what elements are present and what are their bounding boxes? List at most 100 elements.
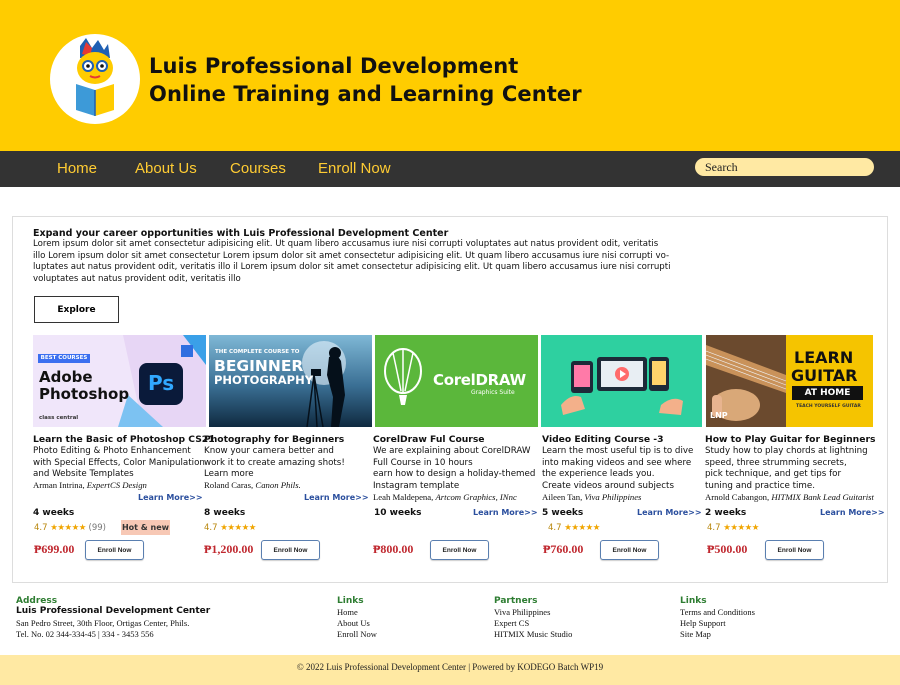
course-description-line: Study how to play chords at lightning: [705, 446, 868, 456]
site-logo[interactable]: [50, 34, 140, 124]
photography-label: PHOTOGRAPHY: [214, 373, 314, 387]
class-central-label: class central: [39, 415, 79, 421]
author-name: Roland Caras,: [204, 480, 254, 490]
course-title[interactable]: Photography for Beginners: [204, 434, 344, 445]
course-author: Aileen Tan, Viva Philippines: [542, 492, 641, 502]
course-description-line: Photo Editing & Photo Enhancement: [33, 446, 191, 456]
course-description: Study how to play chords at lightning sp…: [705, 446, 868, 492]
footer-link-enroll-now[interactable]: Enroll Now: [337, 629, 377, 640]
footer-link-home[interactable]: Home: [337, 607, 358, 618]
learn-more-link[interactable]: Learn More>>: [637, 508, 702, 517]
course-image-video-editing[interactable]: [541, 335, 702, 427]
course-image-coreldraw[interactable]: CorelDRAW Graphics Suite: [375, 335, 538, 427]
enroll-now-button[interactable]: Enroll Now: [261, 540, 320, 560]
best-courses-label: BEST COURSES: [38, 354, 90, 363]
course-author: Arnold Cabangon, HITMIX Bank Lead Guitar…: [705, 492, 874, 502]
site-title: Luis Professional Development Online Tra…: [149, 52, 582, 108]
course-description: Know your camera better and work it to c…: [204, 446, 345, 481]
footer-partner-expert-cs[interactable]: Expert CS: [494, 618, 529, 629]
footer-links2-heading: Links: [680, 596, 707, 606]
graphics-suite-label: Graphics Suite: [471, 389, 515, 396]
site-title-line1: Luis Professional Development: [149, 54, 519, 78]
footer-partner-hitmix[interactable]: HITMIX Music Studio: [494, 629, 572, 640]
footer-phone: Tel. No. 02 344-334-45 | 334 - 3453 556: [16, 629, 154, 639]
course-title[interactable]: How to Play Guitar for Beginners: [705, 434, 875, 445]
teach-yourself-label: TEACH YOURSELF GUITAR: [796, 404, 861, 409]
course-title[interactable]: CorelDraw Ful Course: [373, 434, 485, 445]
course-description-line: earn how to design a holiday-themed: [373, 469, 536, 480]
explore-button[interactable]: Explore: [34, 296, 119, 323]
lnp-logo-label: LNP: [710, 411, 728, 420]
footer-partner-viva[interactable]: Viva Philippines: [494, 607, 550, 618]
learn-more-link[interactable]: Learn More>>: [138, 493, 203, 502]
nav-item-enroll-now[interactable]: Enroll Now: [318, 160, 391, 177]
footer-link-about-us[interactable]: About Us: [337, 618, 370, 629]
course-description-line: Know your camera better and: [204, 446, 334, 456]
course-description: Photo Editing & Photo Enhancement with S…: [33, 446, 205, 481]
footer-address-heading: Address: [16, 596, 58, 606]
course-description-line: Instagram template: [373, 480, 460, 491]
rating-value: 4.7: [548, 523, 562, 533]
course-duration: 8 weeks: [204, 508, 246, 518]
logo-mascot-icon: [76, 38, 114, 116]
course-rating: 4.7 ★★★★★: [707, 523, 759, 533]
course-rating: 4.7 ★★★★★: [204, 523, 256, 533]
rating-stars-icon: ★★★★★: [50, 523, 86, 533]
footer-link-help-support[interactable]: Help Support: [680, 618, 726, 629]
author-role: Viva Philippines: [584, 492, 642, 502]
enroll-now-button[interactable]: Enroll Now: [765, 540, 824, 560]
learn-label: LEARN: [794, 348, 854, 367]
enroll-now-button[interactable]: Enroll Now: [600, 540, 659, 560]
search-input[interactable]: [695, 158, 874, 176]
author-name: Arnold Cabangon,: [705, 492, 770, 502]
course-rating: 4.7 ★★★★★ (99): [34, 523, 106, 533]
rating-stars-icon: ★★★★★: [564, 523, 600, 533]
nav-item-about-us[interactable]: About Us: [135, 160, 197, 177]
course-title[interactable]: Video Editing Course -3: [542, 434, 664, 445]
course-image-photography[interactable]: THE COMPLETE COURSE TO BEGINNER PHOTOGRA…: [209, 335, 372, 427]
ps-logo-text: Ps: [148, 371, 175, 395]
learn-more-link[interactable]: Learn More>>: [304, 493, 369, 502]
course-image-photoshop[interactable]: BEST COURSES Adobe Photoshop Ps class ce…: [33, 335, 206, 427]
course-description-line: We are explaining about CorelDRAW: [373, 446, 531, 456]
author-role: ExpertCS Design: [86, 480, 147, 490]
copyright-text: © 2022 Luis Professional Development Cen…: [296, 662, 604, 672]
rating-value: 4.7: [707, 523, 721, 533]
course-description-line: pick technique, and get tips for: [705, 469, 842, 480]
footer-link-terms[interactable]: Terms and Conditions: [680, 607, 755, 618]
complete-course-label: THE COMPLETE COURSE TO: [215, 349, 300, 355]
course-price: ₱500.00: [707, 542, 748, 556]
learn-more-link[interactable]: Learn More>>: [473, 508, 538, 517]
intro-title: Expand your career opportunities with Lu…: [33, 228, 449, 239]
rating-stars-icon: ★★★★★: [723, 523, 759, 533]
course-price: ₱800.00: [373, 542, 414, 556]
course-price: ₱699.00: [34, 542, 75, 556]
footer-street: San Pedro Street, 30th Floor, Ortigas Ce…: [16, 618, 190, 628]
nav-item-home[interactable]: Home: [57, 160, 97, 177]
course-title[interactable]: Learn the Basic of Photoshop CS21: [33, 434, 215, 445]
author-role: Artcom Graphics, INnc: [435, 492, 517, 502]
course-description-line: work it to create amazing shots!: [204, 457, 345, 468]
course-description-line: into making videos and see where: [542, 457, 692, 468]
course-description-line: the experience leads you.: [542, 469, 655, 480]
enroll-now-button[interactable]: Enroll Now: [430, 540, 489, 560]
rating-value: 4.7: [204, 523, 218, 533]
course-duration: 10 weeks: [374, 508, 422, 518]
enroll-now-button[interactable]: Enroll Now: [85, 540, 144, 560]
course-image-guitar[interactable]: LEARN GUITAR AT HOME TEACH YOURSELF GUIT…: [706, 335, 873, 427]
learn-more-link[interactable]: Learn More>>: [820, 508, 885, 517]
course-author: Roland Caras, Canon Phils.: [204, 480, 301, 490]
nav-item-courses[interactable]: Courses: [230, 160, 286, 177]
author-role: HITMIX Bank Lead Guitarist: [771, 492, 874, 502]
rating-value: 4.7: [34, 523, 48, 533]
adobe-label: Adobe: [39, 368, 93, 386]
course-author: Leah Maldepena, Artcom Graphics, INnc: [373, 492, 517, 502]
course-price: ₱760.00: [543, 542, 584, 556]
intro-text: Lorem ipsum dolor sit amet consectetur a…: [33, 239, 671, 284]
course-description-line: speed, three strumming secrets,: [705, 457, 847, 468]
footer-link-site-map[interactable]: Site Map: [680, 629, 711, 640]
video-devices-graphic: [561, 357, 683, 415]
course-duration: 2 weeks: [705, 508, 747, 518]
footer-partners-heading: Partners: [494, 596, 538, 606]
course-description-line: Learn the most useful tip is to dive: [542, 446, 694, 456]
